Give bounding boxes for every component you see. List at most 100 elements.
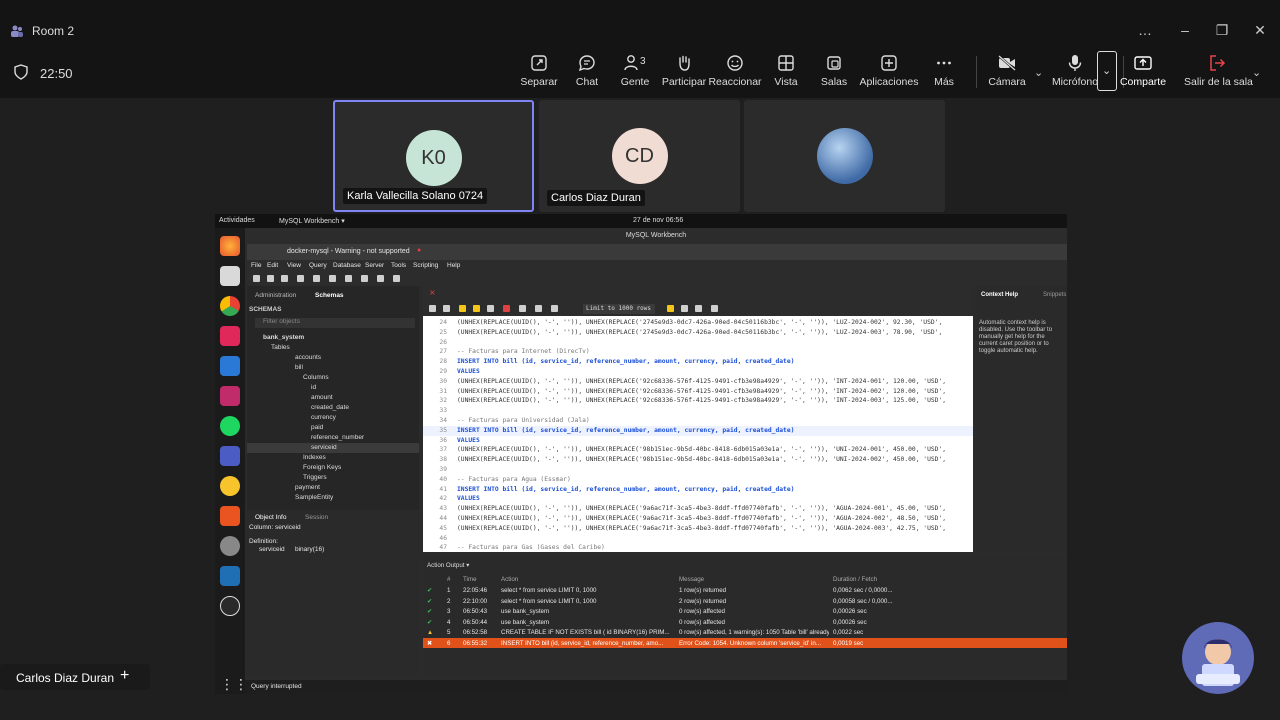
leave-options-chevron-icon[interactable]: ⌄ <box>1252 66 1261 79</box>
tree-column-serviceid[interactable]: serviceid <box>247 443 419 453</box>
code-line[interactable]: 44 (UNHEX(REPLACE(UUID(), '-', '')), UNHE… <box>423 514 973 524</box>
menu-help[interactable]: Help <box>447 262 460 269</box>
menu-scripting[interactable]: Scripting <box>413 262 438 269</box>
code-line[interactable]: 33 <box>423 406 973 416</box>
tree-foreign-keys[interactable]: Foreign Keys <box>303 464 341 471</box>
menu-query[interactable]: Query <box>309 262 327 269</box>
table-icon[interactable] <box>297 275 304 282</box>
code-line[interactable]: 35 INSERT INTO bill (id, service_id, refe… <box>423 425 973 436</box>
add-icon[interactable]: + <box>120 667 129 685</box>
tree-column-currency[interactable]: currency <box>311 414 336 421</box>
chrome-icon[interactable] <box>220 296 240 316</box>
output-row[interactable]: ✔ 1 22:05:46 select * from service LIMIT 0,… <box>423 585 1067 596</box>
execute-icon[interactable] <box>459 305 466 312</box>
participant-tile[interactable]: K0 Karla Vallecilla Solano 0724 <box>333 100 534 212</box>
close-button[interactable]: ✕ <box>1250 22 1270 39</box>
tree-table-sampleentity[interactable]: SampleEntity <box>295 494 333 501</box>
code-line[interactable]: 34 -- Facturas para Universidad (Jala) <box>423 416 973 426</box>
code-line[interactable]: 39 <box>423 465 973 475</box>
participant-tile[interactable] <box>744 100 945 212</box>
more-button[interactable]: Más <box>912 52 976 96</box>
minimize-button[interactable]: – <box>1175 22 1195 38</box>
tree-columns[interactable]: Columns <box>303 374 329 381</box>
more-options-icon[interactable]: … <box>1135 22 1155 38</box>
tree-indexes[interactable]: Indexes <box>303 454 326 461</box>
menu-server[interactable]: Server <box>365 262 384 269</box>
tree-column-amount[interactable]: amount <box>311 394 333 401</box>
share-button[interactable]: Comparte <box>1111 52 1175 96</box>
commit-icon[interactable] <box>535 305 542 312</box>
explain-icon[interactable] <box>487 305 494 312</box>
intellij-icon[interactable] <box>220 386 240 406</box>
spotify-icon[interactable] <box>220 416 240 436</box>
rider-icon[interactable] <box>220 326 240 346</box>
code-line[interactable]: 32 (UNHEX(REPLACE(UUID(), '-', '')), UNHE… <box>423 396 973 406</box>
tree-column-id[interactable]: id <box>311 384 316 391</box>
menu-file[interactable]: File <box>251 262 261 269</box>
tab-snippets[interactable]: Snippets <box>1043 292 1066 298</box>
tree-column-reference-number[interactable]: reference_number <box>311 434 364 441</box>
app-grid-icon[interactable]: ⋮⋮ <box>220 676 248 694</box>
tree-column-paid[interactable]: paid <box>311 424 323 431</box>
code-line[interactable]: 24 (UNHEX(REPLACE(UUID(), '-', '')), UNHE… <box>423 318 973 328</box>
limit-select[interactable]: Limit to 1000 rows <box>583 304 655 314</box>
code-line[interactable]: 46 <box>423 534 973 544</box>
tab-object-info[interactable]: Object Info <box>255 514 286 521</box>
obs-icon[interactable] <box>220 596 240 616</box>
tree-table-accounts[interactable]: accounts <box>295 354 321 361</box>
new-query-icon[interactable] <box>253 275 260 282</box>
rhythmbox-icon[interactable] <box>220 476 240 496</box>
tab-session[interactable]: Session <box>305 514 328 521</box>
rollback-icon[interactable] <box>551 305 558 312</box>
camera-button[interactable]: Cámara <box>975 52 1039 96</box>
wrap-icon[interactable] <box>695 305 702 312</box>
tree-table-bill[interactable]: bill <box>295 364 303 371</box>
vscode-icon[interactable] <box>220 356 240 376</box>
output-row[interactable]: ✔ 3 06:50:43 use bank_system 0 row(s) affect… <box>423 606 1067 617</box>
menu-tools[interactable]: Tools <box>391 262 406 269</box>
stop-icon[interactable] <box>503 305 510 312</box>
code-line[interactable]: 40 -- Facturas para Agua (Essmar) <box>423 475 973 485</box>
tree-table-payment[interactable]: payment <box>295 484 320 491</box>
software-icon[interactable] <box>220 506 240 526</box>
search-icon[interactable] <box>361 275 368 282</box>
code-line[interactable]: 28 INSERT INTO bill (id, service_id, refe… <box>423 357 973 367</box>
open-script-icon[interactable] <box>429 305 436 312</box>
close-tab-icon[interactable]: ● <box>417 247 421 254</box>
code-line[interactable]: 36 VALUES <box>423 436 973 446</box>
tree-triggers[interactable]: Triggers <box>303 474 327 481</box>
query-tab-close-icon[interactable]: ⨯ <box>429 288 436 297</box>
tree-column-created-date[interactable]: created_date <box>311 404 349 411</box>
firefox-icon[interactable] <box>220 236 240 256</box>
filter-input[interactable]: Filter objects <box>255 318 415 328</box>
code-line[interactable]: 47 -- Facturas para Gas (Gases del Caribe… <box>423 543 973 552</box>
code-line[interactable]: 25 (UNHEX(REPLACE(UUID(), '-', '')), UNHE… <box>423 328 973 338</box>
maximize-button[interactable]: ❐ <box>1212 22 1232 39</box>
code-line[interactable]: 27 -- Facturas para Internet (DirecTv) <box>423 347 973 357</box>
activities-label[interactable]: Actividades <box>219 217 255 224</box>
code-line[interactable]: 41 INSERT INTO bill (id, service_id, refe… <box>423 485 973 495</box>
tree-tables[interactable]: Tables <box>271 344 290 351</box>
execute-current-icon[interactable] <box>473 305 480 312</box>
camera-options-chevron-icon[interactable]: ⌄ <box>1034 66 1043 79</box>
files-icon[interactable] <box>220 266 240 286</box>
sql-editor[interactable]: Limit to 1000 rows 24 (UNHEX(REPLACE(UUID… <box>423 302 973 552</box>
function-icon[interactable] <box>345 275 352 282</box>
mysql-workbench-icon[interactable] <box>220 566 240 586</box>
tab-administration[interactable]: Administration <box>255 292 296 299</box>
save-icon[interactable] <box>281 275 288 282</box>
reconnect-icon[interactable] <box>377 275 384 282</box>
settings-icon[interactable] <box>220 536 240 556</box>
procedure-icon[interactable] <box>329 275 336 282</box>
save-script-icon[interactable] <box>443 305 450 312</box>
mic-options-button[interactable]: ⌄ <box>1097 51 1117 91</box>
menu-edit[interactable]: Edit <box>267 262 278 269</box>
teams-app-icon[interactable] <box>220 446 240 466</box>
leave-button[interactable]: Salir de la sala <box>1184 52 1253 96</box>
code-line[interactable]: 31 (UNHEX(REPLACE(UUID(), '-', '')), UNHE… <box>423 387 973 397</box>
self-video-tile[interactable] <box>1182 622 1254 694</box>
menu-database[interactable]: Database <box>333 262 361 269</box>
code-line[interactable]: 43 (UNHEX(REPLACE(UUID(), '-', '')), UNHE… <box>423 504 973 514</box>
output-row[interactable]: ✖ 6 06:55:32 INSERT INTO bill (id, service_… <box>423 637 1067 648</box>
code-line[interactable]: 38 (UNHEX(REPLACE(UUID(), '-', '')), UNHE… <box>423 455 973 465</box>
